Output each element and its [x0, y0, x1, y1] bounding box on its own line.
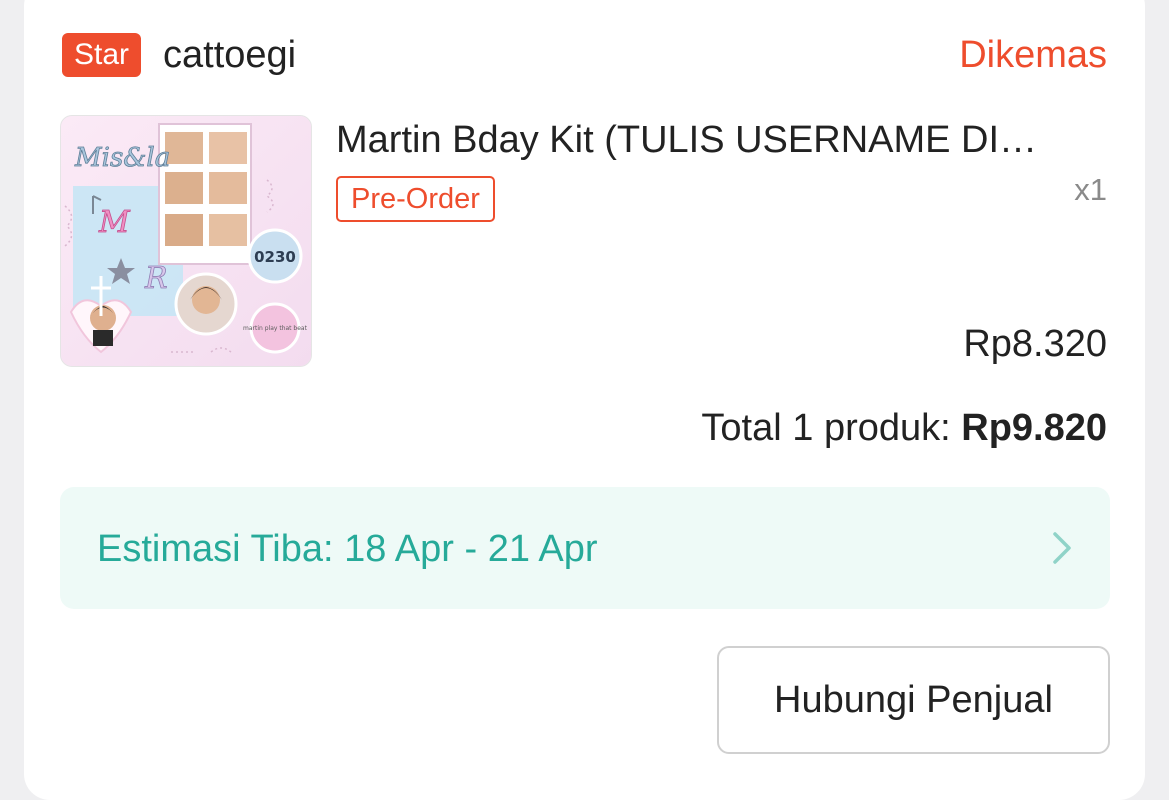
- product-quantity: x1: [1074, 172, 1107, 207]
- svg-text:M: M: [98, 205, 131, 240]
- product-image[interactable]: Mis&la M R 0230 martin play that beat: [60, 115, 312, 367]
- product-price: Rp8.320: [963, 323, 1107, 365]
- total-label: Total 1 produk:: [701, 407, 951, 449]
- chevron-right-icon: [1053, 532, 1071, 564]
- total-amount: Rp9.820: [961, 407, 1107, 449]
- order-total: Total 1 produk: Rp9.820: [701, 404, 1107, 452]
- order-card[interactable]: Star cattoegi Dikemas Mis&la M R 0230 ma…: [24, 0, 1145, 800]
- preorder-tag: Pre-Order: [336, 176, 495, 222]
- product-image-script-text: Mis&la: [74, 143, 170, 173]
- star-seller-badge: Star: [62, 33, 142, 77]
- svg-text:R: R: [144, 261, 168, 296]
- delivery-estimate-row[interactable]: Estimasi Tiba: 18 Apr - 21 Apr: [60, 487, 1110, 609]
- shop-name[interactable]: cattoegi: [163, 30, 296, 80]
- product-image-button-text: martin play that beat: [243, 325, 308, 332]
- delivery-estimate-text: Estimasi Tiba: 18 Apr - 21 Apr: [97, 528, 598, 570]
- contact-seller-button[interactable]: Hubungi Penjual: [717, 646, 1110, 754]
- order-status: Dikemas: [959, 34, 1107, 76]
- product-title[interactable]: Martin Bday Kit (TULIS USERNAME DI…: [336, 116, 1108, 164]
- product-image-code: 0230: [254, 248, 296, 266]
